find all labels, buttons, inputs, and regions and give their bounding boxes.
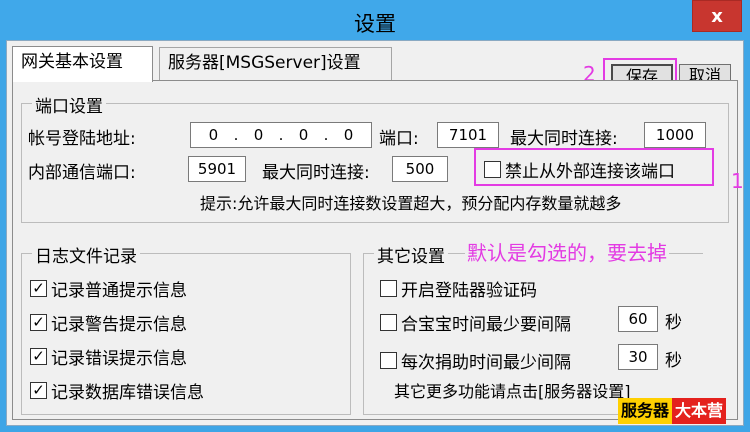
port-input[interactable]: 7101 (437, 122, 499, 148)
checkbox-square (380, 280, 397, 297)
tab-msgserver[interactable]: 服务器[MSGServer]设置 (159, 47, 392, 80)
log-error-checkbox[interactable]: ✓ 记录错误提示信息 (30, 344, 187, 369)
ip-address-field[interactable]: 0. 0. 0. 0 (190, 122, 372, 148)
log-settings-title: 日志文件记录 (32, 242, 140, 267)
treasure-unit: 秒 (665, 313, 682, 333)
ip-octet-2: 0 (253, 126, 264, 144)
log-normal-label: 记录普通提示信息 (51, 281, 187, 301)
close-button[interactable]: x (692, 0, 742, 32)
log-error-label: 记录错误提示信息 (51, 349, 187, 369)
watermark-logo: 服务器 大本营 (618, 398, 727, 424)
ip-octet-3: 0 (298, 126, 309, 144)
donate-interval-label: 每次捐助时间最少间隔 (401, 353, 571, 373)
watermark-part-b: 大本营 (672, 398, 727, 424)
treasure-interval-input[interactable]: 60 (618, 306, 658, 332)
ip-octet-1: 0 (208, 126, 219, 144)
port-settings-title: 端口设置 (32, 92, 106, 117)
watermark-part-a: 服务器 (618, 398, 673, 424)
log-db-error-label: 记录数据库错误信息 (51, 383, 204, 403)
internal-port-input[interactable]: 5901 (188, 156, 246, 182)
port-settings-group: 端口设置 帐号登陆地址: 0. 0. 0. 0 端口: 7101 最大同时连接:… (21, 92, 729, 223)
port-hint: 提示:允许最大同时连接数设置超大，预分配内存数量就越多 (200, 194, 622, 213)
annotation-marker-1: 1 (731, 169, 744, 193)
treasure-interval-label: 合宝宝时间最少要间隔 (401, 315, 571, 335)
tab-panel: 端口设置 帐号登陆地址: 0. 0. 0. 0 端口: 7101 最大同时连接:… (12, 80, 744, 420)
block-external-checkbox[interactable]: 禁止从外部连接该端口 (484, 157, 675, 182)
internal-max-conn-label: 最大同时连接: (262, 163, 370, 183)
ip-dot: . (233, 126, 239, 144)
check-icon: ✓ (30, 314, 47, 331)
donate-interval-checkbox[interactable]: 每次捐助时间最少间隔 (380, 348, 571, 373)
donate-interval-input[interactable]: 30 (618, 344, 658, 370)
block-external-label: 禁止从外部连接该端口 (505, 162, 675, 182)
checkbox-square (380, 352, 397, 369)
donate-unit: 秒 (665, 351, 682, 371)
checkbox-square (380, 314, 397, 331)
dialog-client: 网关基本设置 服务器[MSGServer]设置 2 保存 取消 端口设置 帐号登… (6, 40, 744, 426)
log-settings-group: 日志文件记录 ✓ 记录普通提示信息 ✓ 记录警告提示信息 ✓ 记录错误提示信息 … (21, 242, 351, 415)
log-warning-checkbox[interactable]: ✓ 记录警告提示信息 (30, 310, 187, 335)
port-label: 端口: (379, 129, 419, 149)
captcha-checkbox[interactable]: 开启登陆器验证码 (380, 276, 537, 301)
other-settings-title: 其它设置 (374, 242, 448, 267)
log-db-error-checkbox[interactable]: ✓ 记录数据库错误信息 (30, 378, 204, 403)
ip-octet-4: 0 (343, 126, 354, 144)
internal-max-conn-input[interactable]: 500 (392, 156, 448, 182)
other-settings-group: 其它设置 开启登陆器验证码 合宝宝时间最少要间隔 60 秒 每次捐助时间最少间隔… (363, 242, 703, 415)
checkbox-square (484, 161, 501, 178)
treasure-interval-checkbox[interactable]: 合宝宝时间最少要间隔 (380, 310, 571, 335)
ip-dot: . (323, 126, 329, 144)
captcha-label: 开启登陆器验证码 (401, 281, 537, 301)
check-icon: ✓ (30, 280, 47, 297)
more-settings-hint: 其它更多功能请点击[服务器设置] (394, 382, 631, 401)
check-icon: ✓ (30, 348, 47, 365)
check-icon: ✓ (30, 382, 47, 399)
tab-gateway-basic[interactable]: 网关基本设置 (12, 46, 153, 82)
annotation-note: 默认是勾选的，要去掉 (465, 237, 669, 266)
max-conn-input[interactable]: 1000 (644, 122, 706, 148)
title-bar[interactable]: 设置 x (0, 0, 750, 40)
login-address-label: 帐号登陆地址: (28, 129, 136, 149)
max-conn-label: 最大同时连接: (510, 129, 618, 149)
log-warning-label: 记录警告提示信息 (51, 315, 187, 335)
ip-dot: . (278, 126, 284, 144)
log-normal-checkbox[interactable]: ✓ 记录普通提示信息 (30, 276, 187, 301)
internal-port-label: 内部通信端口: (28, 163, 136, 183)
window-title: 设置 (354, 12, 396, 36)
